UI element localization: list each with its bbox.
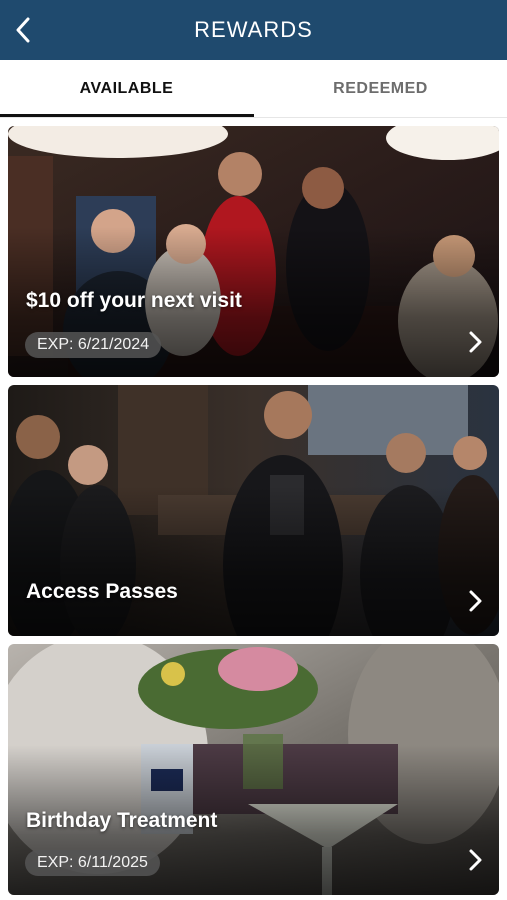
tab-bar: AVAILABLE REDEEMED [0, 60, 507, 118]
app-header: REWARDS [0, 0, 507, 60]
chevron-right-icon [469, 849, 482, 871]
reward-title: Access Passes [26, 580, 178, 603]
reward-card[interactable]: $10 off your next visit EXP: 6/21/2024 [8, 126, 499, 377]
chevron-right-icon [469, 590, 482, 612]
reward-card[interactable]: Access Passes [8, 385, 499, 636]
tab-redeemed[interactable]: REDEEMED [254, 60, 507, 118]
chevron-right-icon [469, 331, 482, 353]
tab-divider [0, 117, 507, 118]
page-title: REWARDS [194, 17, 313, 42]
reward-card[interactable]: Birthday Treatment EXP: 6/11/2025 [8, 644, 499, 895]
expiration-badge: EXP: 6/11/2025 [25, 850, 160, 876]
card-gradient-overlay [8, 486, 499, 636]
reward-title: Birthday Treatment [26, 809, 218, 832]
reward-title: $10 off your next visit [26, 289, 242, 312]
expiration-badge: EXP: 6/21/2024 [25, 332, 162, 358]
tab-available[interactable]: AVAILABLE [0, 60, 253, 118]
